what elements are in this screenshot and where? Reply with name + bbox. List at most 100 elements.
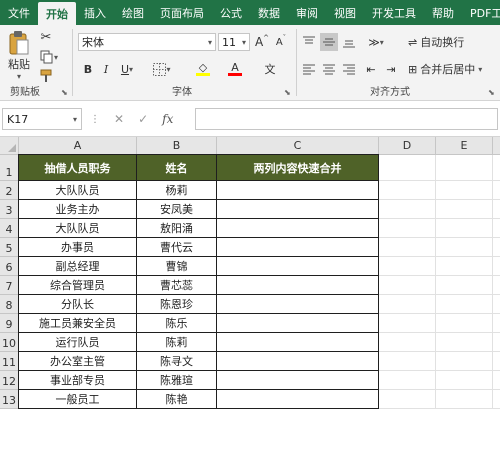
insert-function-icon[interactable]: fx: [162, 112, 173, 126]
column-header-c[interactable]: C: [217, 137, 379, 155]
cell-d1[interactable]: [379, 155, 436, 181]
format-painter-button[interactable]: [38, 69, 54, 83]
align-bottom-button[interactable]: [340, 33, 358, 51]
cell-e5[interactable]: [436, 238, 493, 257]
copy-button[interactable]: ▾: [38, 49, 60, 65]
cell-e2[interactable]: [436, 181, 493, 200]
cell-c13[interactable]: [217, 390, 379, 409]
cell-b6[interactable]: 曹锦: [137, 257, 217, 276]
tab-developer[interactable]: 开发工具: [364, 0, 424, 25]
cell-f10[interactable]: [493, 333, 500, 352]
orientation-button[interactable]: ≫ ▾: [364, 33, 388, 51]
tab-formulas[interactable]: 公式: [212, 0, 250, 25]
align-middle-button[interactable]: [320, 33, 338, 51]
cell-c8[interactable]: [217, 295, 379, 314]
tab-file[interactable]: 文件: [0, 0, 38, 25]
cell-c5[interactable]: [217, 238, 379, 257]
cell-f5[interactable]: [493, 238, 500, 257]
cell-a12[interactable]: 事业部专员: [19, 371, 137, 390]
tab-insert[interactable]: 插入: [76, 0, 114, 25]
cell-f6[interactable]: [493, 257, 500, 276]
cell-d13[interactable]: [379, 390, 436, 409]
cell-a5[interactable]: 办事员: [19, 238, 137, 257]
cell-c4[interactable]: [217, 219, 379, 238]
paste-dropdown-icon[interactable]: ▾: [17, 72, 21, 81]
cell-e13[interactable]: [436, 390, 493, 409]
cell-d12[interactable]: [379, 371, 436, 390]
tab-view[interactable]: 视图: [326, 0, 364, 25]
cell-e11[interactable]: [436, 352, 493, 371]
increase-indent-button[interactable]: ⇥: [382, 60, 400, 78]
cell-d4[interactable]: [379, 219, 436, 238]
underline-button[interactable]: U ▾: [116, 61, 138, 77]
cell-b4[interactable]: 敖阳涌: [137, 219, 217, 238]
cancel-icon[interactable]: ✕: [114, 112, 124, 126]
worksheet-grid[interactable]: ABCDEF 1抽借人员职务姓名两列内容快速合并 2大队队员杨莉 3业务主办安凤美 4大…: [0, 137, 500, 450]
cell-c2[interactable]: [217, 181, 379, 200]
align-left-button[interactable]: [300, 60, 318, 78]
font-name-select[interactable]: 宋体 ▾: [78, 33, 216, 51]
cell-f3[interactable]: [493, 200, 500, 219]
row-header-6[interactable]: 6: [0, 257, 19, 276]
row-header-7[interactable]: 7: [0, 276, 19, 295]
row-header-9[interactable]: 9: [0, 314, 19, 333]
cell-f1[interactable]: [493, 155, 500, 181]
cell-a6[interactable]: 副总经理: [19, 257, 137, 276]
cell-b13[interactable]: 陈艳: [137, 390, 217, 409]
cell-e4[interactable]: [436, 219, 493, 238]
column-header-f[interactable]: F: [493, 137, 500, 155]
name-box[interactable]: K17 ▾: [2, 108, 82, 130]
cell-c7[interactable]: [217, 276, 379, 295]
cell-b11[interactable]: 陈寻文: [137, 352, 217, 371]
table-header-cell[interactable]: 姓名: [137, 155, 217, 181]
tab-review[interactable]: 审阅: [288, 0, 326, 25]
cell-f11[interactable]: [493, 352, 500, 371]
column-header-b[interactable]: B: [137, 137, 217, 155]
cell-a9[interactable]: 施工员兼安全员: [19, 314, 137, 333]
cell-e9[interactable]: [436, 314, 493, 333]
cell-b12[interactable]: 陈雅瑄: [137, 371, 217, 390]
cell-e7[interactable]: [436, 276, 493, 295]
italic-button[interactable]: I: [98, 61, 114, 77]
cell-b3[interactable]: 安凤美: [137, 200, 217, 219]
row-header-13[interactable]: 13: [0, 390, 19, 409]
cell-b5[interactable]: 曹代云: [137, 238, 217, 257]
paste-button[interactable]: 粘贴 ▾: [4, 29, 34, 81]
align-center-button[interactable]: [320, 60, 338, 78]
cell-c10[interactable]: [217, 333, 379, 352]
select-all-corner[interactable]: [0, 137, 19, 155]
column-header-e[interactable]: E: [436, 137, 493, 155]
cell-d6[interactable]: [379, 257, 436, 276]
cell-e1[interactable]: [436, 155, 493, 181]
cell-e6[interactable]: [436, 257, 493, 276]
row-header-2[interactable]: 2: [0, 181, 19, 200]
tab-home[interactable]: 开始: [38, 2, 76, 25]
cell-e10[interactable]: [436, 333, 493, 352]
font-launcher-icon[interactable]: ⬊: [284, 88, 291, 97]
shrink-font-button[interactable]: Aˇ: [273, 34, 289, 50]
column-header-a[interactable]: A: [19, 137, 137, 155]
row-header-10[interactable]: 10: [0, 333, 19, 352]
cell-a13[interactable]: 一般员工: [19, 390, 137, 409]
merge-center-button[interactable]: ⊞ 合并后居中 ▾: [408, 60, 488, 78]
cut-button[interactable]: ✂: [38, 29, 54, 45]
cell-d11[interactable]: [379, 352, 436, 371]
font-color-button[interactable]: A: [222, 59, 248, 79]
cell-a2[interactable]: 大队队员: [19, 181, 137, 200]
column-header-d[interactable]: D: [379, 137, 436, 155]
row-header-1[interactable]: 1: [0, 155, 19, 181]
bold-button[interactable]: B: [80, 61, 96, 77]
cell-f12[interactable]: [493, 371, 500, 390]
cell-a7[interactable]: 综合管理员: [19, 276, 137, 295]
decrease-indent-button[interactable]: ⇤: [362, 60, 380, 78]
table-header-cell[interactable]: 两列内容快速合并: [217, 155, 379, 181]
clipboard-launcher-icon[interactable]: ⬊: [61, 88, 68, 97]
cell-c9[interactable]: [217, 314, 379, 333]
cell-b8[interactable]: 陈恩珍: [137, 295, 217, 314]
cell-b9[interactable]: 陈乐: [137, 314, 217, 333]
cell-b10[interactable]: 陈莉: [137, 333, 217, 352]
row-header-12[interactable]: 12: [0, 371, 19, 390]
cell-f7[interactable]: [493, 276, 500, 295]
cell-c6[interactable]: [217, 257, 379, 276]
copy-dropdown-icon[interactable]: ▾: [54, 53, 58, 62]
